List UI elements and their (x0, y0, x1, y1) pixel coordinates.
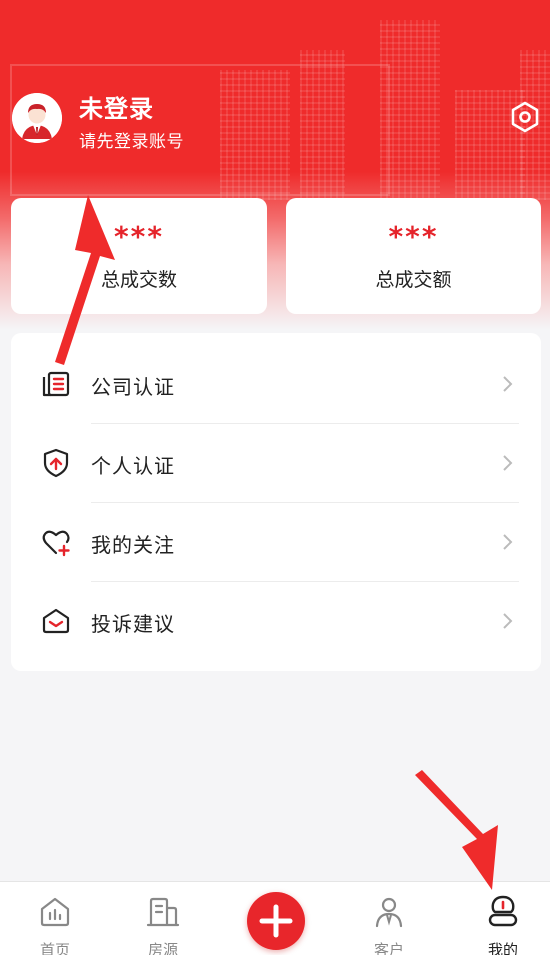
stat-label: 总成交额 (375, 269, 452, 291)
stat-card-total-amount[interactable]: *** 总成交额 (286, 198, 541, 314)
tab-label: 我的 (487, 941, 518, 955)
stat-card-total-deals[interactable]: *** 总成交数 (11, 198, 267, 314)
favorites-icon (40, 526, 72, 558)
stat-value: *** (388, 220, 439, 253)
stat-value: *** (114, 220, 164, 253)
avatar[interactable] (12, 93, 62, 143)
mine-icon (485, 894, 521, 930)
menu-item-label: 我的关注 (91, 533, 175, 557)
add-button[interactable] (247, 892, 305, 950)
tab-listings[interactable]: 房源 (108, 882, 218, 955)
tab-customers[interactable]: 客户 (334, 882, 444, 955)
company-cert-icon (40, 368, 72, 400)
tab-label: 首页 (39, 941, 70, 955)
tab-label: 客户 (373, 941, 404, 955)
menu-item-complaint[interactable]: 投诉建议 (11, 581, 541, 660)
tab-mine[interactable]: 我的 (448, 882, 550, 955)
login-subtitle[interactable]: 请先登录账号 (79, 127, 184, 152)
annotation-arrow-icon (415, 770, 498, 890)
chevron-right-icon (501, 611, 515, 631)
stat-label: 总成交数 (100, 269, 177, 291)
settings-icon[interactable] (508, 100, 542, 134)
menu-item-label: 公司认证 (91, 375, 175, 399)
chevron-right-icon (501, 453, 515, 473)
login-area[interactable] (10, 64, 390, 196)
chevron-right-icon (501, 532, 515, 552)
login-title[interactable]: 未登录 (79, 89, 154, 124)
tab-label: 房源 (147, 941, 178, 955)
listings-icon (145, 894, 181, 930)
menu-item-company-cert[interactable]: 公司认证 (11, 344, 541, 423)
plus-icon (259, 904, 293, 938)
menu-item-label: 投诉建议 (91, 612, 175, 636)
tab-home[interactable]: 首页 (0, 882, 110, 955)
complaint-icon (40, 605, 72, 637)
menu-card: 公司认证 个人认证 我的关注 投诉建议 (11, 333, 541, 671)
menu-item-favorites[interactable]: 我的关注 (11, 502, 541, 581)
personal-cert-icon (40, 447, 72, 479)
chevron-right-icon (501, 374, 515, 394)
customer-icon (371, 894, 407, 930)
menu-item-label: 个人认证 (91, 454, 175, 478)
menu-item-personal-cert[interactable]: 个人认证 (11, 423, 541, 502)
home-icon (37, 894, 73, 930)
